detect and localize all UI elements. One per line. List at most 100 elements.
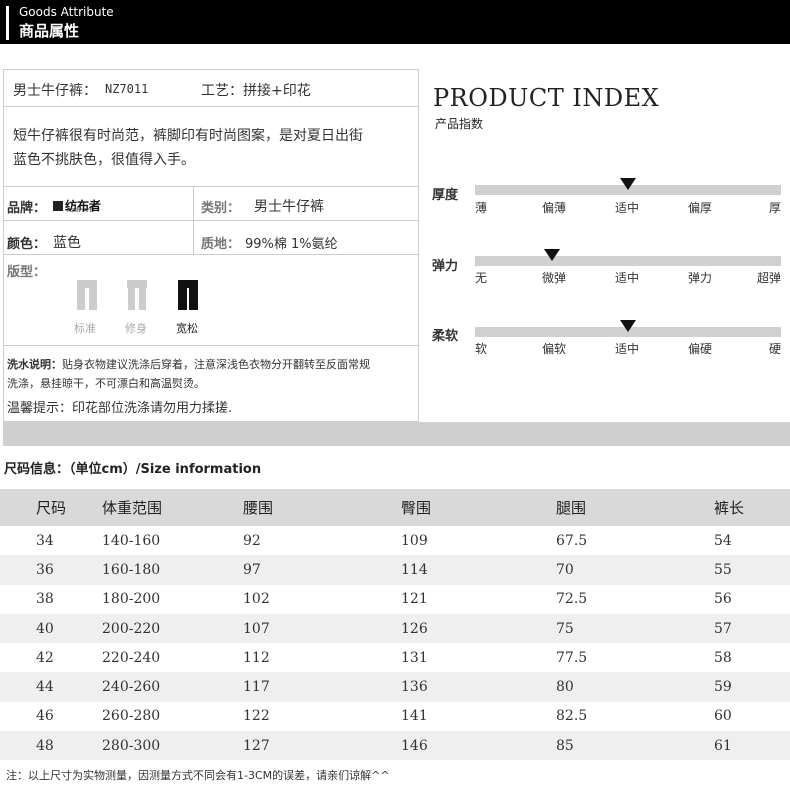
cell-waist: 117 — [238, 672, 393, 702]
cell-weight: 160-180 — [100, 555, 238, 585]
cell-hip: 131 — [401, 649, 428, 666]
tip-text: 温馨提示：印花部位洗涤请勿用力揉搓. — [7, 401, 233, 416]
scale-label: 弹力 — [688, 271, 713, 285]
table-row: 36 160-180 97 114 70 55 — [0, 555, 790, 585]
header-length: 裤长 — [700, 489, 790, 526]
index-label-thickness: 厚度 — [432, 188, 459, 203]
index-bar-elasticity — [475, 256, 781, 266]
header-weight: 体重范围 — [100, 489, 238, 526]
index-marker-thickness — [620, 178, 636, 190]
scale-label: 适中 — [615, 201, 640, 215]
cell-length: 61 — [700, 731, 790, 761]
description-line-1: 短牛仔裤很有时尚范，裤脚印有时尚图案，是对夏日出街 — [13, 128, 363, 144]
size-table-body: 34 140-160 92 109 67.5 54 36 160-180 97 114 70 55 38… — [0, 526, 790, 761]
wash-text: 贴身衣物建议洗涤后穿着，注意深浅色衣物分开翻转至反面常规 — [62, 358, 370, 371]
cell-waist: 97 — [238, 555, 393, 585]
category-value: 男士牛仔裤 — [254, 199, 324, 215]
name-label: 男士牛仔裤： — [13, 83, 97, 99]
cell-waist: 92 — [243, 532, 261, 549]
cell-hip: 136 — [393, 672, 548, 702]
header-size: 尺码 — [0, 489, 100, 526]
model-number: NZ7011 — [105, 82, 149, 96]
cell-waist: 107 — [238, 613, 393, 644]
cell-waist: 112 — [243, 649, 270, 666]
color-value: 蓝色 — [53, 235, 81, 251]
cell-size: 48 — [0, 731, 100, 761]
cell-thigh: 85 — [548, 731, 700, 761]
wash-line-2: 洗涤，悬挂晾干，不可漂白和高温熨烫。 — [7, 377, 205, 390]
brand-logo-icon — [53, 200, 63, 211]
description-line-2: 蓝色不挑肤色，很值得入手。 — [13, 152, 195, 168]
scale-label: 偏厚 — [688, 201, 713, 215]
color-label: 颜色： — [7, 237, 47, 252]
index-label-softness: 柔软 — [432, 329, 459, 344]
table-row: 46 260-280 122 141 82.5 60 — [0, 702, 790, 731]
header-thigh: 腿围 — [548, 489, 700, 526]
scale-label: 适中 — [615, 342, 640, 356]
index-marker-softness — [620, 320, 636, 332]
section-header: Goods Attribute 商品属性 — [0, 0, 790, 44]
brand-logo-sub: PENNYAFEI — [67, 208, 95, 214]
cell-thigh: 80 — [548, 672, 700, 702]
table-row: 34 140-160 92 109 67.5 54 — [0, 526, 790, 555]
fit-loose-label: 宽松 — [176, 322, 198, 335]
fit-standard-icon — [77, 280, 97, 310]
table-row: 42 220-240 112 131 77.5 58 — [0, 643, 790, 672]
divider — [4, 254, 418, 255]
cell-waist: 122 — [243, 708, 270, 725]
wash-line-1: 洗水说明：贴身衣物建议洗涤后穿着，注意深浅色衣物分开翻转至反面常规 — [7, 356, 370, 372]
scale-label: 偏软 — [542, 342, 567, 356]
cell-length: 55 — [700, 555, 790, 585]
scale-label: 超弹 — [757, 271, 782, 285]
cell-length: 59 — [700, 672, 790, 702]
cell-waist: 102 — [243, 591, 270, 608]
cell-weight: 200-220 — [100, 613, 238, 644]
fit-standard-label: 标准 — [74, 322, 96, 335]
size-table: 尺码 体重范围 腰围 臀围 腿围 裤长 34 140-160 92 109 67.5 54… — [0, 489, 790, 761]
cell-size: 44 — [0, 672, 100, 702]
cell-size: 38 — [36, 591, 54, 608]
cell-weight: 140-160 — [102, 532, 161, 549]
index-marker-elasticity — [543, 249, 560, 261]
cell-hip: 126 — [393, 613, 548, 644]
cell-waist: 127 — [238, 731, 393, 761]
scale-label: 微弹 — [542, 271, 567, 285]
table-row: 38 180-200 102 121 72.5 56 — [0, 585, 790, 614]
scale-label: 硬 — [769, 342, 782, 356]
cell-hip: 121 — [401, 591, 428, 608]
cell-size: 40 — [0, 613, 100, 644]
cell-hip: 109 — [401, 532, 428, 549]
cell-weight: 260-280 — [102, 708, 161, 725]
table-row: 40 200-220 107 126 75 57 — [0, 613, 790, 644]
cell-weight: 180-200 — [102, 591, 161, 608]
cell-thigh: 82.5 — [556, 708, 588, 725]
cell-thigh: 72.5 — [556, 591, 588, 608]
fit-slim-icon — [127, 280, 147, 310]
scale-label: 偏硬 — [688, 342, 713, 356]
cell-size: 46 — [36, 708, 54, 725]
cell-hip: 114 — [393, 555, 548, 585]
product-info-box: 男士牛仔裤： NZ7011 工艺：拼接+印花 短牛仔裤很有时尚范，裤脚印有时尚图… — [3, 69, 419, 422]
size-table-header: 尺码 体重范围 腰围 臀围 腿围 裤长 — [0, 489, 790, 526]
scale-label: 厚 — [769, 201, 782, 215]
wash-label: 洗水说明： — [7, 358, 62, 371]
size-info-title: 尺码信息：（单位cm）/Size information — [4, 462, 262, 477]
fit-loose-icon — [178, 280, 198, 310]
cell-thigh: 75 — [548, 613, 700, 644]
scale-label: 偏薄 — [542, 201, 567, 215]
divider — [4, 186, 418, 187]
category-label: 类别： — [201, 201, 241, 216]
product-index-subtitle: 产品指数 — [435, 117, 484, 131]
brand-logo: 纺布者 PENNYAFEI — [53, 195, 101, 214]
scale-label: 适中 — [615, 271, 640, 285]
scale-label: 软 — [475, 342, 488, 356]
fit-label: 版型： — [7, 265, 47, 280]
header-hip: 臀围 — [393, 489, 548, 526]
material-label: 质地： — [201, 237, 241, 252]
index-label-elasticity: 弹力 — [432, 259, 459, 274]
fit-slim-label: 修身 — [125, 322, 147, 335]
divider — [4, 106, 418, 107]
cell-thigh: 70 — [548, 555, 700, 585]
cell-thigh: 77.5 — [556, 649, 588, 666]
divider — [4, 345, 418, 346]
